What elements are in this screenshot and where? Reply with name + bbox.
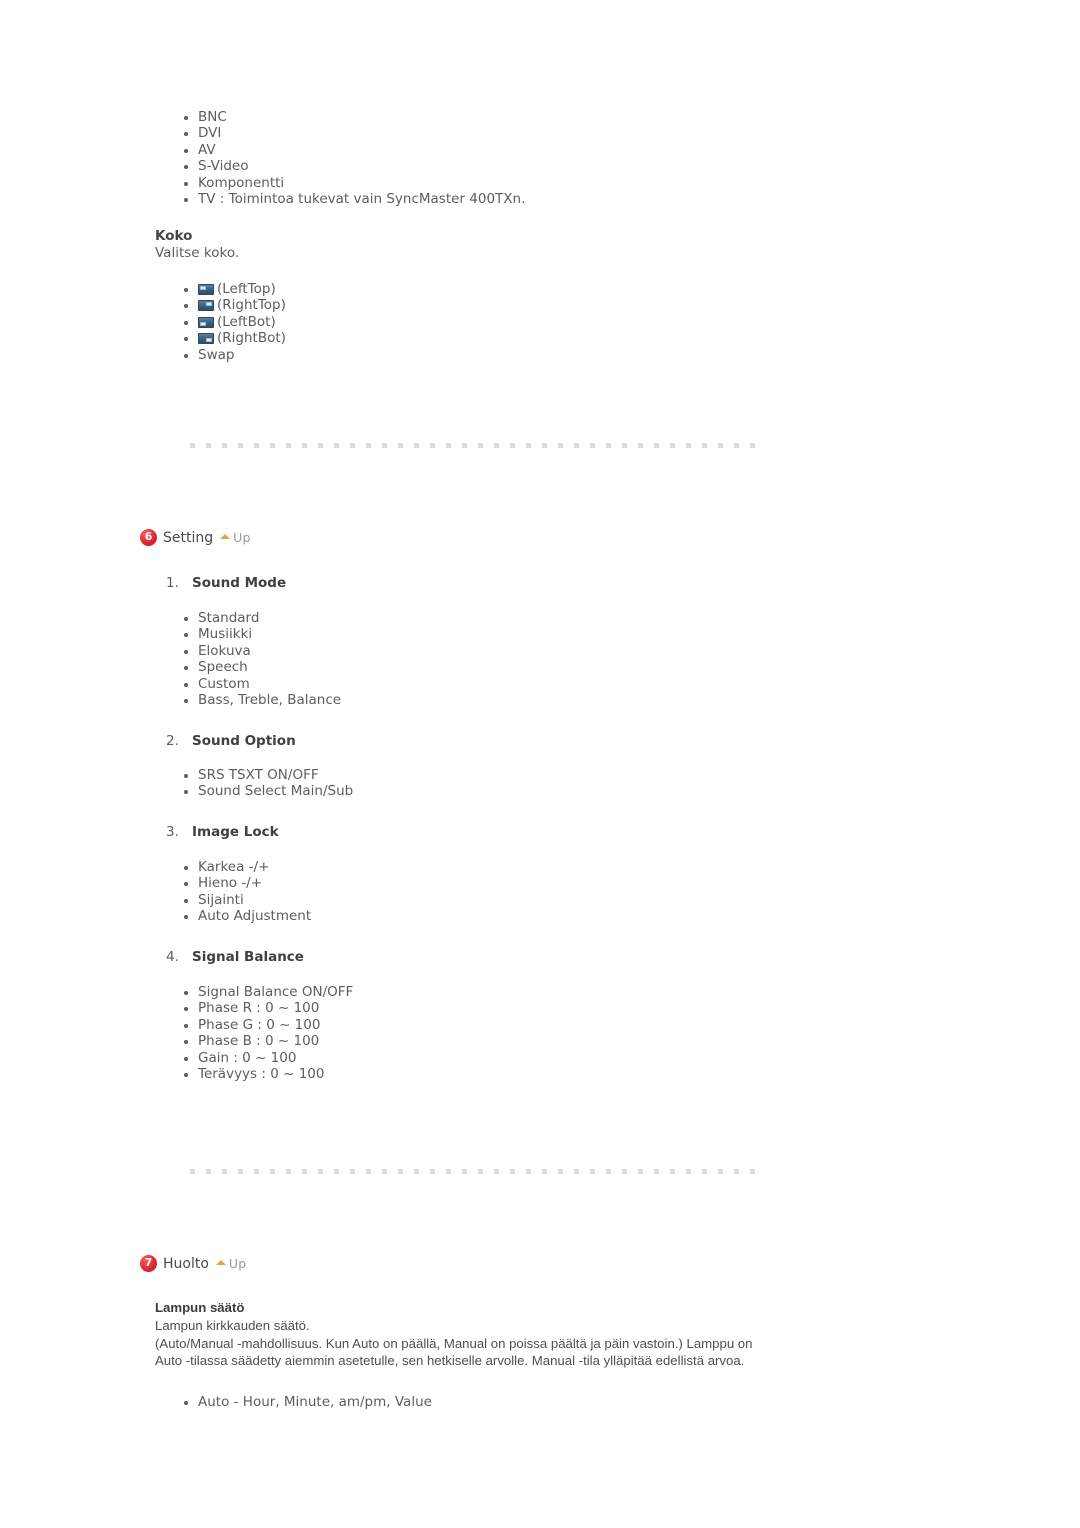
item-number: 2. [166, 733, 179, 749]
list-item: Signal Balance ON/OFF [176, 984, 353, 1000]
section-divider-1 [190, 443, 762, 448]
list-item: TV : Toimintoa tukevat vain SyncMaster 4… [176, 191, 525, 207]
section-number-badge: 6 [140, 529, 157, 546]
koko-option-list: (LeftTop) (RightTop) (LeftBot) (RightBot… [176, 281, 286, 363]
numbered-item-signal-balance: 4. Signal Balance [166, 946, 304, 965]
item-title: Sound Mode [192, 575, 287, 591]
pip-position-righttop-icon [198, 300, 214, 312]
lamp-adjust-heading: Lampun säätö [155, 1300, 245, 1315]
list-item: Custom [176, 676, 341, 692]
list-item: Phase G : 0 ~ 100 [176, 1017, 353, 1033]
pip-position-rightbot-icon [198, 333, 214, 345]
up-link[interactable]: Up [220, 530, 250, 545]
list-item: Phase R : 0 ~ 100 [176, 1000, 353, 1016]
list-item-righttop: (RightTop) [176, 297, 286, 313]
list-item: DVI [176, 125, 525, 141]
item-title: Image Lock [192, 824, 279, 840]
signal-balance-list: Signal Balance ON/OFF Phase R : 0 ~ 100 … [176, 984, 353, 1082]
list-item: Terävyys : 0 ~ 100 [176, 1066, 353, 1082]
list-item: Auto Adjustment [176, 908, 311, 924]
list-item-rightbot: (RightBot) [176, 330, 286, 346]
source-input-list: BNC DVI AV S-Video Komponentti TV : Toim… [176, 109, 525, 207]
up-link-label: Up [233, 530, 251, 545]
numbered-item-sound-mode: 1. Sound Mode [166, 572, 286, 591]
section-divider-2 [190, 1169, 762, 1174]
koko-option-label: (RightTop) [217, 297, 286, 314]
lamp-adjust-line-3: Auto -tilassa säädetty aiemmin asetetull… [155, 1353, 745, 1368]
koko-description: Valitse koko. [155, 245, 240, 261]
list-item: Speech [176, 659, 341, 675]
list-item-leftbot: (LeftBot) [176, 314, 286, 330]
list-item: BNC [176, 109, 525, 125]
list-item: Hieno -/+ [176, 875, 311, 891]
list-item: SRS TSXT ON/OFF [176, 767, 353, 783]
sound-option-list: SRS TSXT ON/OFF Sound Select Main/Sub [176, 767, 353, 800]
list-item: AV [176, 142, 525, 158]
list-item: Musiikki [176, 626, 341, 642]
lamp-adjust-line-1: Lampun kirkkauden säätö. [155, 1318, 310, 1333]
list-item: Sound Select Main/Sub [176, 783, 353, 799]
section-header-huolto: 7 Huolto Up [140, 1255, 246, 1272]
list-item: Karkea -/+ [176, 859, 311, 875]
list-item: Komponentti [176, 175, 525, 191]
item-number: 3. [166, 824, 179, 840]
manual-page: BNC DVI AV S-Video Komponentti TV : Toim… [0, 0, 1080, 1528]
item-number: 4. [166, 949, 179, 965]
image-lock-list: Karkea -/+ Hieno -/+ Sijainti Auto Adjus… [176, 859, 311, 925]
lamp-adjust-line-2: (Auto/Manual -mahdollisuus. Kun Auto on … [155, 1336, 753, 1351]
lamp-adjust-list: Auto - Hour, Minute, am/pm, Value [176, 1394, 432, 1410]
koko-option-label: (RightBot) [217, 330, 286, 347]
arrow-up-icon [215, 1260, 226, 1265]
list-item: Auto - Hour, Minute, am/pm, Value [176, 1394, 432, 1410]
list-item: Gain : 0 ~ 100 [176, 1050, 353, 1066]
list-item: Elokuva [176, 643, 341, 659]
pip-position-leftbot-icon [198, 316, 214, 328]
section-header-setting: 6 Setting Up [140, 529, 251, 546]
item-title: Sound Option [192, 733, 296, 749]
koko-option-label: (LeftTop) [217, 281, 276, 297]
numbered-item-sound-option: 2. Sound Option [166, 730, 296, 749]
list-item: S-Video [176, 158, 525, 174]
pip-position-lefttop-icon [198, 284, 214, 295]
up-link[interactable]: Up [215, 1256, 247, 1271]
arrow-up-icon [220, 534, 231, 539]
sound-mode-list: Standard Musiikki Elokuva Speech Custom … [176, 610, 341, 708]
list-item-lefttop: (LeftTop) [176, 281, 286, 297]
section-title: Huolto [163, 1255, 209, 1272]
koko-heading: Koko [155, 228, 193, 244]
numbered-item-image-lock: 3. Image Lock [166, 821, 279, 840]
section-number-badge: 7 [140, 1255, 157, 1272]
list-item: Phase B : 0 ~ 100 [176, 1033, 353, 1049]
list-item: Bass, Treble, Balance [176, 692, 341, 708]
up-link-label: Up [228, 1256, 247, 1271]
koko-option-label: (LeftBot) [217, 313, 276, 330]
item-number: 1. [166, 575, 179, 591]
list-item: Standard [176, 610, 341, 626]
section-title: Setting [163, 529, 214, 546]
list-item-swap: Swap [176, 347, 286, 363]
list-item: Sijainti [176, 892, 311, 908]
item-title: Signal Balance [192, 949, 304, 965]
